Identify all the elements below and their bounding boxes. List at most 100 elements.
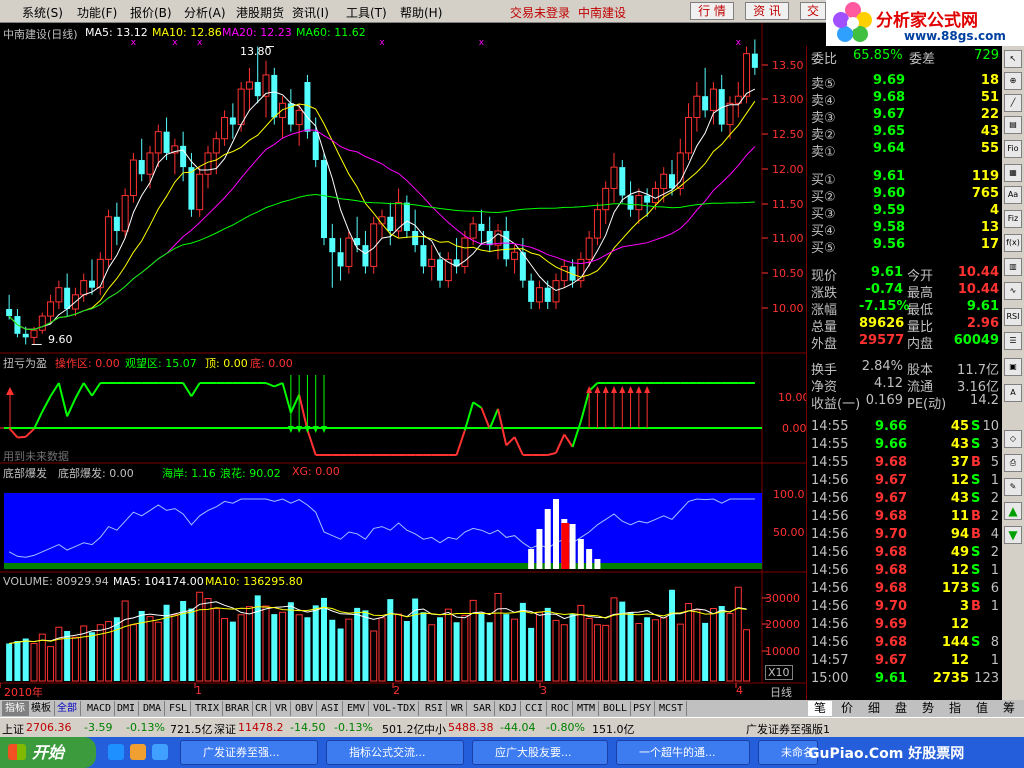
indicator-tab[interactable]: DMI [114,701,140,716]
start-button[interactable]: 开始 [0,737,96,768]
signal-marker: x [379,38,385,48]
order-label: 卖① [811,145,836,160]
ind2-spike [569,524,576,569]
indicator-tab[interactable]: VOL-TDX [370,701,420,716]
toolbar-bar-icon[interactable]: ▥ [1004,258,1022,276]
panel-tab[interactable]: 细 [862,701,886,716]
menu-tools[interactable]: 工具(T) [346,4,387,21]
indicator-tab[interactable]: TRIX [192,701,224,716]
panel-tab[interactable]: 盘 [889,701,913,716]
menu-hk-futures[interactable]: 港股期货 [236,4,284,21]
indicator-tab[interactable]: RSI [422,701,448,716]
panel-tabs: 笔价细盘势指值筹 [806,700,1024,717]
indicator-tab[interactable]: BRAR [222,701,254,716]
ie-icon[interactable] [108,744,124,760]
indicator-tab[interactable]: DMA [140,701,166,716]
indicator-tab[interactable]: MTM [574,701,600,716]
menu-function[interactable]: 功能(F) [77,4,117,21]
indicator-tab[interactable]: VR [272,701,292,716]
vol-tick: 20000 [765,618,800,631]
toolbar-chart-icon[interactable]: ▤ [1004,116,1022,134]
indicator-tab[interactable]: WR [448,701,468,716]
trade-button[interactable]: 交 [800,2,826,20]
candle-body [709,88,717,111]
volume-bar [503,614,510,681]
indicator-tab[interactable]: ROC [548,701,574,716]
order-label: 买⑤ [811,241,836,256]
panel-tab[interactable]: 价 [835,701,859,716]
toolbar-zoom-icon[interactable]: ⊕ [1004,72,1022,90]
trade-login-link[interactable]: 交易未登录 [510,4,570,21]
signal-marker: x [736,38,742,48]
toolbar-line-icon[interactable]: ╱ [1004,94,1022,112]
toolbar-fx-icon[interactable]: f(x) [1004,234,1022,252]
chart-area[interactable]: x x x x x x 中南建设(日线) MA5: 13.12 MA10: 12.86 M… [0,23,806,700]
indicator-tab[interactable]: FSL [166,701,192,716]
toolbar-wave-icon[interactable]: ∿ [1004,282,1022,300]
task-formula[interactable]: 指标公式交流... [326,740,464,765]
news-button[interactable]: 资 讯 [745,2,789,20]
toolbar-pencil-icon[interactable]: ✎ [1004,478,1022,496]
quote-button[interactable]: 行 情 [690,2,734,20]
menu-info[interactable]: 资讯(I) [292,4,329,21]
indicator-tab[interactable]: MCST [656,701,688,716]
task-broker[interactable]: 广发证券至强... [180,740,318,765]
indicator-tab[interactable]: SAR [470,701,496,716]
indicator-tab[interactable]: KDJ [496,701,522,716]
panel-tab[interactable]: 筹 [997,701,1021,716]
indicator-tab[interactable]: CR [252,701,272,716]
panel-tab[interactable]: 指 [943,701,967,716]
toolbar-down-arrow-icon[interactable]: ▼ [1004,526,1022,544]
toolbar-fio-icon[interactable]: Fio [1004,140,1022,158]
tick-row: 14:56 9.68 144 S 8 [809,635,1001,652]
toolbar-rsi-icon[interactable]: RSI [1004,308,1022,326]
indicator-tab[interactable]: MACD [84,701,116,716]
toolbar-window-icon[interactable]: ▣ [1004,358,1022,376]
panel-tab[interactable]: 笔 [808,701,832,716]
stat-value: 29577 [859,333,905,348]
menu-analysis[interactable]: 分析(A) [184,4,226,21]
menu-system[interactable]: 系统(S) [22,4,63,21]
folder-icon[interactable] [130,744,146,760]
toolbar-text-icon[interactable]: Aa [1004,186,1022,204]
volume-bar [461,614,469,682]
candle-body [535,287,543,303]
period-label[interactable]: 日线 [770,684,792,700]
order-price: 9.67 [873,107,906,122]
media-icon[interactable] [152,744,168,760]
task-request[interactable]: 应广大股友要... [472,740,608,765]
indicator-tab[interactable]: CCI [522,701,548,716]
task-general[interactable]: 一个超牛的通... [616,740,750,765]
indicator-tab[interactable]: BOLL [600,701,632,716]
volume-bar [14,641,21,681]
indicator-tab[interactable]: PSY [630,701,656,716]
indicator-tab[interactable]: 模板 [28,701,55,716]
toolbar-up-arrow-icon[interactable]: ▲ [1004,502,1022,520]
tick-volume: 12 [950,653,969,668]
toolbar-font-icon[interactable]: A [1004,384,1022,402]
tick-side: S [971,545,981,560]
indicator-tab[interactable]: EMV [344,701,370,716]
ma60-label: MA60: 11.62 [296,26,366,39]
toolbar-grid-icon[interactable]: ▦ [1004,164,1022,182]
menu-help[interactable]: 帮助(H) [400,4,442,21]
stock-name-link[interactable]: 中南建设 [578,4,626,21]
indicator-tab[interactable]: 指标 [2,701,29,716]
toolbar-tag-icon[interactable]: ◇ [1004,430,1022,448]
sz-index-amount: 501.2亿 [382,723,425,736]
candle-body [651,187,659,204]
menu-quote[interactable]: 报价(B) [130,4,172,21]
toolbar-list-icon[interactable]: ☰ [1004,332,1022,350]
indicator-tab[interactable]: ASI [318,701,344,716]
toolbar-cursor-icon[interactable]: ↖ [1004,50,1022,68]
kline-chart-svg[interactable]: xxxxxx [0,23,806,700]
candle-body [428,258,436,267]
indicator-tab[interactable]: 全部 [54,701,81,716]
tick-row: 15:00 9.61 2735 123 [809,671,1001,688]
order-price: 9.65 [873,124,906,139]
panel-tab[interactable]: 势 [916,701,940,716]
indicator-tab[interactable]: OBV [292,701,318,716]
toolbar-fiz-icon[interactable]: Fiz [1004,210,1022,228]
toolbar-print-icon[interactable]: ⎙ [1004,454,1022,472]
panel-tab[interactable]: 值 [970,701,994,716]
